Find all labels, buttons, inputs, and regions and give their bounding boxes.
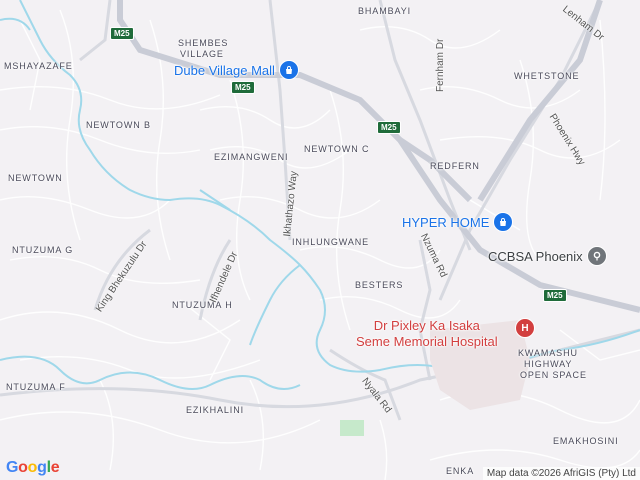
poi-hospital-line1: Dr Pixley Ka Isaka xyxy=(373,318,480,333)
area-label-whetstone: WHETSTONE xyxy=(514,71,580,81)
poi-hospital-line2: Seme Memorial Hospital xyxy=(356,334,498,349)
area-label-redfern: REDFERN xyxy=(430,161,480,171)
map-canvas[interactable]: BHAMBAYI SHEMBES VILLAGE MSHAYAZAFE NEWT… xyxy=(0,0,640,480)
m25-shield: M25 xyxy=(377,121,401,134)
park-area xyxy=(340,420,364,436)
map-pin-icon xyxy=(586,246,607,266)
area-label-ezimangweni: EZIMANGWENI xyxy=(214,152,289,162)
m25-shield: M25 xyxy=(543,289,567,302)
google-logo-letter: o xyxy=(18,459,28,476)
area-label-mshayazafe: MSHAYAZAFE xyxy=(4,61,73,71)
area-label-highway: HIGHWAY xyxy=(524,359,573,369)
poi-hospital-label[interactable]: Dr Pixley Ka Isaka Seme Memorial Hospita… xyxy=(356,318,498,350)
area-label-bhambayi: BHAMBAYI xyxy=(358,6,412,16)
shopping-bag-icon xyxy=(493,212,514,232)
google-logo-letter: g xyxy=(37,459,47,476)
poi-hyper-home-label: HYPER HOME xyxy=(402,214,490,230)
google-logo-letter: e xyxy=(50,459,60,476)
poi-ccbsa-phoenix[interactable]: CCBSA Phoenix xyxy=(488,246,607,266)
poi-dube-village-mall[interactable]: Dube Village Mall xyxy=(174,60,299,80)
m25-shield: M25 xyxy=(110,27,134,40)
area-label-emakhosini: EMAKHOSINI xyxy=(553,436,619,446)
area-label-besters: BESTERS xyxy=(355,280,404,290)
google-logo-letter: G xyxy=(6,459,19,476)
google-logo-letter: o xyxy=(27,459,38,476)
area-label-newtown-c: NEWTOWN C xyxy=(304,144,370,154)
google-logo: Google xyxy=(6,459,60,477)
area-label-enka: ENKA xyxy=(446,466,475,476)
area-label-newtown-b: NEWTOWN B xyxy=(86,120,151,130)
area-label-open-space: OPEN SPACE xyxy=(520,370,587,380)
area-label-village: VILLAGE xyxy=(180,49,224,59)
area-label-shembes: SHEMBES xyxy=(178,38,229,48)
area-label-kwamashu: KWAMASHU xyxy=(518,348,578,358)
hospital-icon[interactable]: H xyxy=(515,318,535,338)
area-label-ezikhalini: EZIKHALINI xyxy=(186,405,245,415)
area-label-ntuzuma-g: NTUZUMA G xyxy=(12,245,74,255)
poi-hyper-home[interactable]: HYPER HOME xyxy=(402,212,514,232)
poi-ccbsa-phoenix-label: CCBSA Phoenix xyxy=(488,248,583,264)
m25-shield: M25 xyxy=(231,81,255,94)
area-label-ntuzuma-f: NTUZUMA F xyxy=(6,382,66,392)
map-attribution[interactable]: Map data ©2026 AfriGIS (Pty) Ltd xyxy=(482,467,640,480)
street-label-fernham-dr: Fernham Dr xyxy=(435,38,446,92)
poi-dube-village-mall-label: Dube Village Mall xyxy=(174,62,275,78)
rivers xyxy=(0,0,640,390)
area-label-ntuzuma-h: NTUZUMA H xyxy=(172,300,233,310)
shopping-bag-icon xyxy=(278,60,299,80)
area-label-newtown: NEWTOWN xyxy=(8,173,63,183)
area-label-inhlungwane: INHLUNGWANE xyxy=(292,237,370,247)
